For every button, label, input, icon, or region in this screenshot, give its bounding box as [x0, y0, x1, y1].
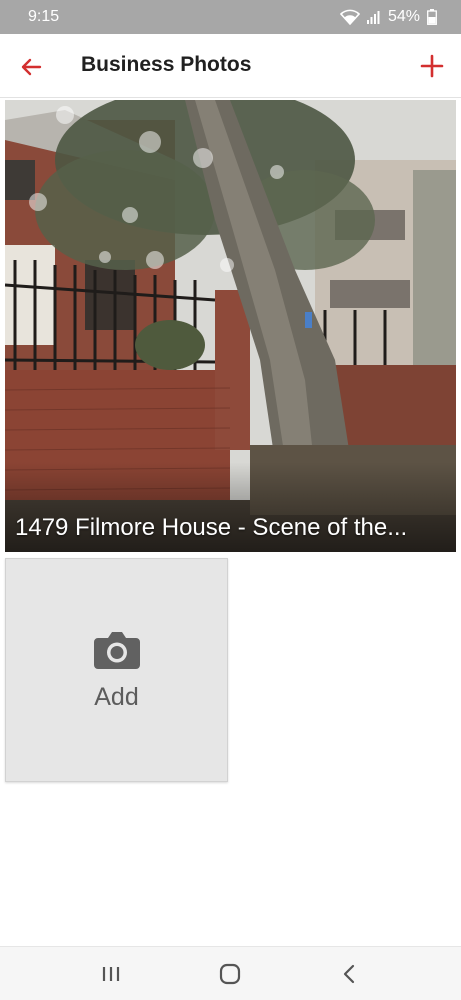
system-back-button[interactable] — [337, 961, 363, 987]
page-title: Business Photos — [81, 53, 252, 76]
status-time: 9:15 — [28, 8, 60, 25]
add-photo-button[interactable] — [417, 51, 447, 81]
battery-percent: 54% — [387, 8, 420, 25]
plus-icon — [420, 54, 444, 78]
recent-apps-icon — [102, 967, 120, 981]
signal-icon — [366, 10, 381, 24]
camera-icon — [94, 632, 140, 669]
add-label: Add — [94, 683, 139, 711]
wifi-icon — [339, 9, 360, 25]
home-button[interactable] — [217, 961, 243, 987]
status-icons: 54% — [339, 8, 437, 26]
home-icon — [219, 963, 241, 985]
status-bar: 9:15 54% — [0, 0, 461, 34]
arrow-left-icon — [21, 58, 42, 76]
back-icon — [343, 964, 355, 984]
app-bar: Business Photos — [0, 34, 461, 98]
recent-apps-button[interactable] — [98, 961, 124, 987]
battery-icon — [427, 9, 437, 25]
add-photo-tile[interactable]: Add — [5, 558, 228, 782]
photo-card[interactable]: 1479 Filmore House - Scene of the... — [5, 100, 456, 552]
photo-caption: 1479 Filmore House - Scene of the... — [15, 514, 408, 541]
back-button[interactable] — [16, 52, 46, 82]
system-nav-bar — [0, 946, 461, 1000]
